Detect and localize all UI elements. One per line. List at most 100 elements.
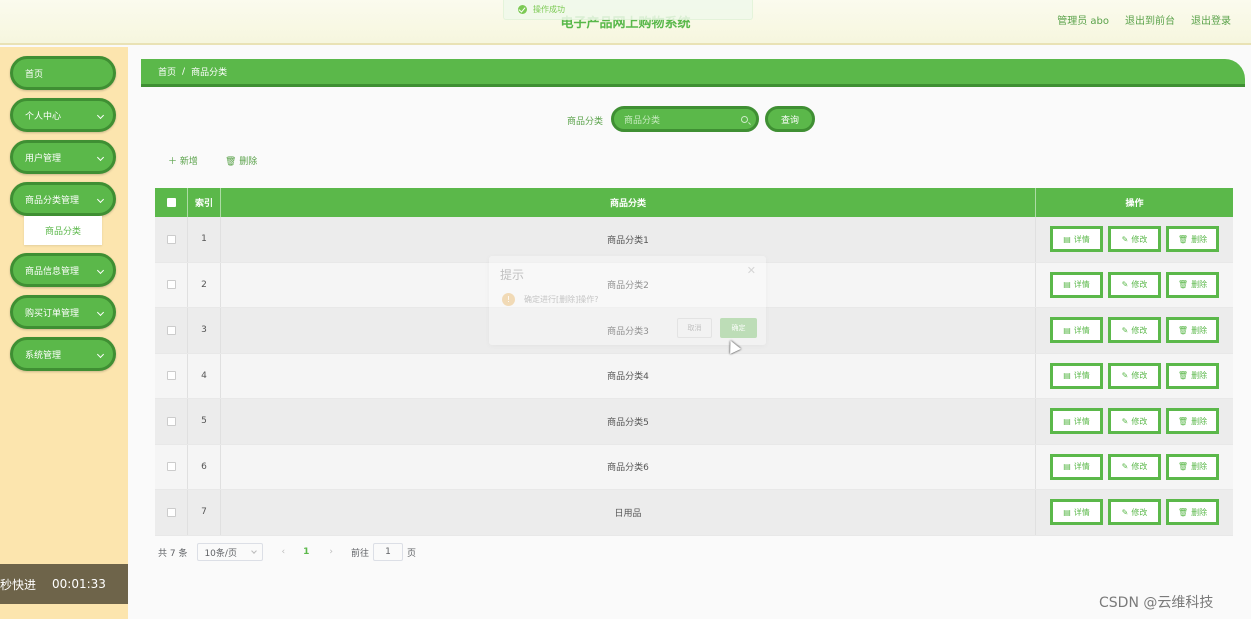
select-all-checkbox[interactable] xyxy=(166,198,176,207)
next-page-icon[interactable]: › xyxy=(329,547,333,557)
row-category-name: 商品分类5 xyxy=(221,399,1036,444)
front-page-link[interactable]: 退出到前台 xyxy=(1125,12,1175,27)
row-select-cell xyxy=(155,353,188,398)
edit-button[interactable]: ✎ 修改 xyxy=(1108,362,1161,389)
search-input[interactable]: 商品分类 xyxy=(611,106,759,132)
goto-unit: 页 xyxy=(406,548,416,559)
row-actions: ▤ 详情 ✎ 修改 🗑 删除 xyxy=(1036,490,1233,535)
page-size-value: 10条/页 xyxy=(204,548,237,559)
row-select-cell xyxy=(155,399,188,444)
detail-label: 详情 xyxy=(1073,462,1090,472)
delete-button[interactable]: 🗑 删除 xyxy=(1166,317,1219,344)
chevron-down-icon xyxy=(96,153,105,162)
row-category-name: 商品分类4 xyxy=(221,353,1036,398)
row-checkbox[interactable] xyxy=(166,507,176,517)
current-page[interactable]: 1 xyxy=(303,547,309,557)
row-index: 4 xyxy=(188,353,221,398)
row-category-name: 商品分类6 xyxy=(221,444,1036,489)
sidebar-item-order-management[interactable]: 购买订单管理 xyxy=(10,295,116,329)
detail-button[interactable]: ▤ 详情 xyxy=(1050,499,1103,526)
query-button[interactable]: 查询 xyxy=(765,106,815,132)
row-actions: ▤ 详情 ✎ 修改 🗑 删除 xyxy=(1036,308,1233,353)
edit-button[interactable]: ✎ 修改 xyxy=(1108,453,1161,480)
edit-button[interactable]: ✎ 修改 xyxy=(1108,271,1161,298)
detail-button[interactable]: ▤ 详情 xyxy=(1050,271,1103,298)
sidebar-item-home[interactable]: 首页 xyxy=(10,56,116,90)
row-checkbox[interactable] xyxy=(166,325,176,335)
close-icon[interactable]: ✕ xyxy=(747,264,756,277)
detail-button[interactable]: ▤ 详情 xyxy=(1050,453,1103,480)
toast-message: 操作成功 xyxy=(533,5,565,14)
dialog-cancel-button[interactable]: 取消 xyxy=(677,318,712,338)
delete-label: 删除 xyxy=(1191,234,1208,244)
delete-label: 删除 xyxy=(1191,325,1208,335)
sidebar-item-category-management[interactable]: 商品分类管理 xyxy=(10,182,116,216)
row-checkbox[interactable] xyxy=(166,371,176,381)
trash-icon: 🗑 xyxy=(1177,280,1189,290)
table-row: 5 商品分类5 ▤ 详情 ✎ 修改 🗑 删除 xyxy=(155,399,1233,445)
row-index: 3 xyxy=(188,308,221,353)
sidebar-item-personal-center[interactable]: 个人中心 xyxy=(10,98,116,132)
edit-button[interactable]: ✎ 修改 xyxy=(1108,226,1161,253)
row-checkbox[interactable] xyxy=(166,280,176,290)
trash-icon: 🗑 xyxy=(1177,371,1189,381)
row-select-cell xyxy=(155,490,188,535)
edit-button[interactable]: ✎ 修改 xyxy=(1108,317,1161,344)
document-icon: ▤ xyxy=(1063,507,1071,517)
edit-button[interactable]: ✎ 修改 xyxy=(1108,499,1161,526)
sidebar-item-product-management[interactable]: 商品信息管理 xyxy=(10,253,116,287)
page-size-select[interactable]: 10条/页 xyxy=(197,543,264,561)
current-user: 管理员 abo xyxy=(1057,16,1109,27)
detail-button[interactable]: ▤ 详情 xyxy=(1050,408,1103,435)
breadcrumb-home[interactable]: 首页 xyxy=(158,65,176,78)
delete-button[interactable]: 🗑 删除 xyxy=(1166,271,1219,298)
sidebar: 首页 个人中心 用户管理 商品分类管理 商品分类 商品信息管理 购买订单管理 系… xyxy=(0,47,128,619)
detail-label: 详情 xyxy=(1073,371,1090,381)
edit-label: 修改 xyxy=(1131,280,1148,290)
sidebar-item-user-management[interactable]: 用户管理 xyxy=(10,140,116,174)
dialog-confirm-button[interactable]: 确定 xyxy=(720,318,757,338)
select-all-cell xyxy=(155,188,188,217)
breadcrumb-separator: / xyxy=(182,66,186,77)
row-checkbox[interactable] xyxy=(166,234,176,244)
pencil-icon: ✎ xyxy=(1121,325,1129,335)
detail-label: 详情 xyxy=(1073,507,1090,517)
row-select-cell xyxy=(155,262,188,307)
document-icon: ▤ xyxy=(1063,371,1071,381)
table-row: 7 日用品 ▤ 详情 ✎ 修改 🗑 删除 xyxy=(155,490,1233,536)
sidebar-item-system-management[interactable]: 系统管理 xyxy=(10,337,116,371)
delete-button[interactable]: 🗑 删除 xyxy=(1166,226,1219,253)
sidebar-item-label: 用户管理 xyxy=(25,153,62,164)
row-checkbox[interactable] xyxy=(166,462,176,472)
trash-icon: 🗑 xyxy=(1177,507,1189,517)
delete-button[interactable]: 🗑 删除 xyxy=(1166,408,1219,435)
table-row: 6 商品分类6 ▤ 详情 ✎ 修改 🗑 删除 xyxy=(155,444,1233,490)
row-index: 6 xyxy=(188,444,221,489)
sidebar-item-label: 首页 xyxy=(25,69,44,80)
document-icon: ▤ xyxy=(1063,416,1071,426)
batch-delete-button[interactable]: 🗑 删除 xyxy=(225,154,257,167)
pagination-total: 共 7 条 xyxy=(158,548,188,559)
row-actions: ▤ 详情 ✎ 修改 🗑 删除 xyxy=(1036,263,1233,308)
prev-page-icon[interactable]: ‹ xyxy=(281,547,285,557)
add-button[interactable]: ＋ 新增 xyxy=(168,154,198,167)
detail-button[interactable]: ▤ 详情 xyxy=(1050,226,1103,253)
document-icon: ▤ xyxy=(1063,234,1071,244)
search-label: 商品分类 xyxy=(567,117,604,127)
chevron-down-icon xyxy=(96,308,105,317)
row-checkbox[interactable] xyxy=(166,416,176,426)
delete-button[interactable]: 🗑 删除 xyxy=(1166,499,1219,526)
logout-link[interactable]: 退出登录 xyxy=(1191,12,1231,27)
goto-page-input[interactable]: 1 xyxy=(372,543,403,561)
sidebar-item-label: 个人中心 xyxy=(25,111,62,122)
detail-button[interactable]: ▤ 详情 xyxy=(1050,317,1103,344)
edit-button[interactable]: ✎ 修改 xyxy=(1108,408,1161,435)
recorder-label: 秒快进 xyxy=(0,577,37,592)
delete-button[interactable]: 🗑 删除 xyxy=(1166,453,1219,480)
sidebar-item-label: 系统管理 xyxy=(25,350,62,361)
delete-button[interactable]: 🗑 删除 xyxy=(1166,362,1219,389)
delete-label: 删除 xyxy=(1191,371,1208,381)
detail-button[interactable]: ▤ 详情 xyxy=(1050,362,1103,389)
sidebar-subitem-category[interactable]: 商品分类 xyxy=(24,216,102,245)
row-category-name: 日用品 xyxy=(221,490,1036,535)
